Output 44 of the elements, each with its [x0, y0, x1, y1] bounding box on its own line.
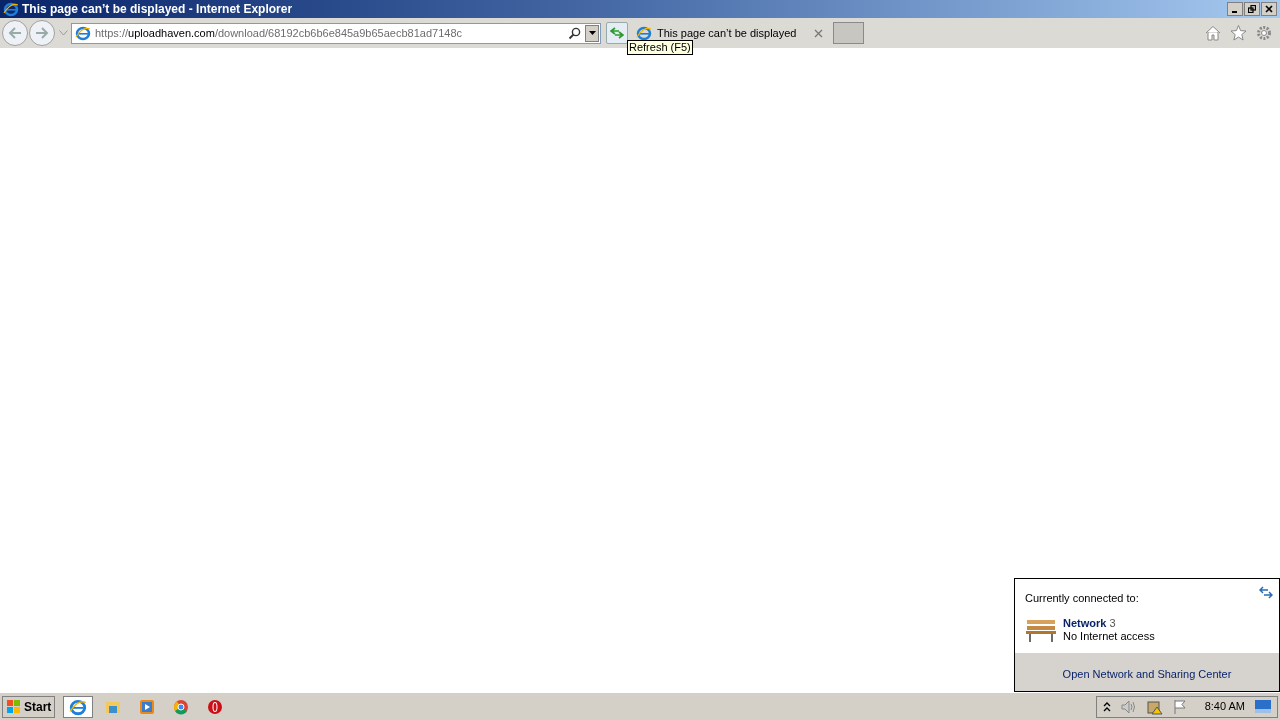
- new-tab-button[interactable]: [833, 22, 864, 44]
- minimize-button[interactable]: [1227, 2, 1243, 16]
- url-text: https://uploadhaven.com/download/68192cb6b6e845a9b65aecb81ad7148c: [95, 25, 462, 41]
- clock[interactable]: 8:40 AM: [1204, 698, 1245, 715]
- network-arrows-icon[interactable]: [1259, 586, 1273, 599]
- tooltip: Refresh (F5): [627, 40, 693, 55]
- back-button[interactable]: [2, 20, 28, 46]
- close-button[interactable]: [1261, 2, 1277, 16]
- search-icon[interactable]: [568, 26, 581, 40]
- browser-icon: [69, 697, 88, 716]
- browser-icon: [636, 25, 652, 41]
- flag-icon[interactable]: [1172, 699, 1187, 714]
- windows-logo-icon: [6, 699, 22, 714]
- back-arrow-icon: [8, 27, 22, 39]
- refresh-button[interactable]: [606, 22, 628, 44]
- address-dropdown-button[interactable]: [585, 24, 599, 42]
- home-icon[interactable]: [1205, 25, 1221, 41]
- browser-icon: [3, 1, 19, 17]
- forward-arrow-icon: [35, 27, 49, 39]
- network-center-link[interactable]: Open Network and Sharing Center: [1062, 661, 1232, 683]
- taskbar-app-button[interactable]: [63, 695, 94, 718]
- window-title: This page can’t be displayed - Internet Explorer: [22, 3, 293, 15]
- show-desktop-icon[interactable]: [1255, 700, 1271, 713]
- restore-icon: [1248, 5, 1256, 13]
- popup-heading: Currently connected to:: [1025, 591, 1139, 606]
- opera-icon: [207, 698, 224, 715]
- star-icon[interactable]: [1230, 25, 1247, 41]
- tab-title: This page can’t be displayed: [657, 25, 797, 41]
- speaker-icon[interactable]: [1120, 699, 1137, 714]
- close-icon: [1265, 5, 1273, 13]
- browser-icon: [75, 25, 91, 41]
- start-button[interactable]: Start: [2, 695, 56, 718]
- restore-button[interactable]: [1244, 2, 1260, 16]
- network-name: Network 3: [1063, 616, 1117, 630]
- forward-button[interactable]: [29, 20, 55, 46]
- caret-icon: [588, 31, 596, 35]
- refresh-icon: [610, 27, 624, 39]
- chrome-icon: [173, 698, 190, 715]
- close-tab-icon[interactable]: [814, 28, 823, 38]
- play-icon: [139, 698, 156, 715]
- network-warning-icon[interactable]: [1146, 698, 1163, 715]
- network-status: No Internet access: [1063, 629, 1155, 643]
- chevron-up-icon[interactable]: [1102, 701, 1111, 712]
- address-field[interactable]: https://uploadhaven.com/download/68192cb6b6e845a9b65aecb81ad7148c: [71, 22, 601, 44]
